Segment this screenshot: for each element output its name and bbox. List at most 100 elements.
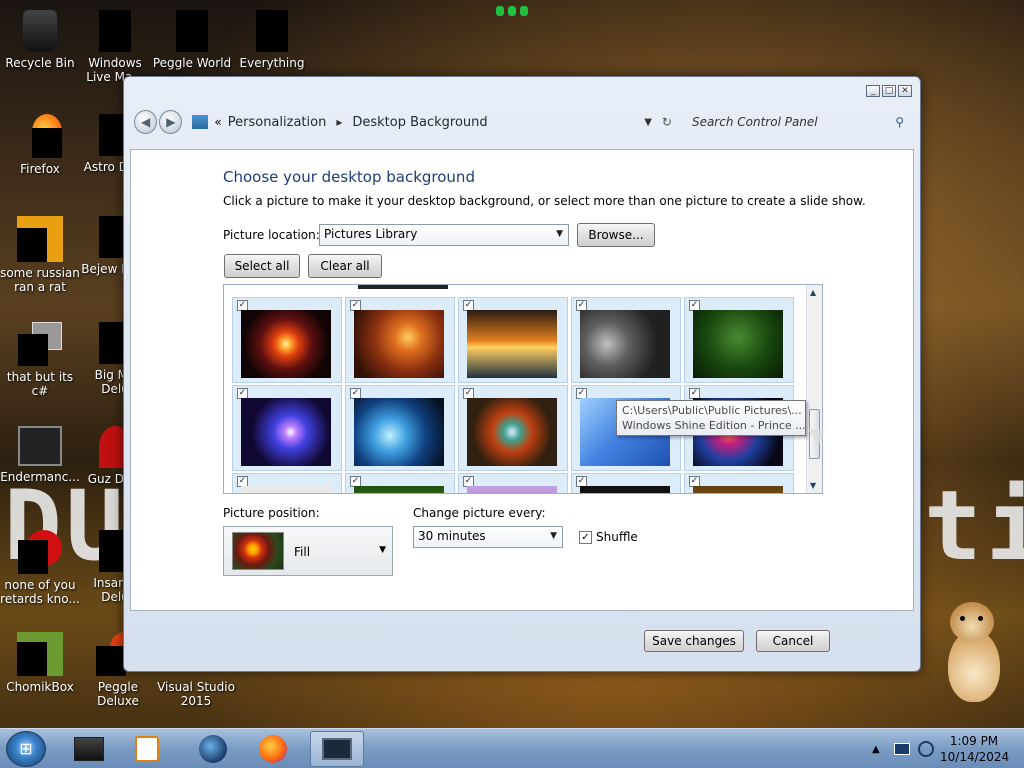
desktop-icon-label: Firefox bbox=[20, 162, 60, 176]
picture-position-label: Picture position: bbox=[223, 506, 320, 520]
desktop-icon-peggle-world[interactable]: Peggle World bbox=[152, 10, 232, 70]
desktop-icon-chomikbox[interactable]: ChomikBox bbox=[0, 632, 80, 694]
change-picture-label: Change picture every: bbox=[413, 506, 546, 520]
breadcrumb-separator-icon[interactable]: ▸ bbox=[336, 115, 342, 129]
shuffle-checkbox[interactable]: ✓ Shuffle bbox=[579, 530, 638, 544]
chevron-down-icon: ▼ bbox=[379, 545, 386, 555]
wallpaper-thumbnail[interactable]: ✓ bbox=[232, 297, 342, 383]
chomikbox-icon bbox=[17, 632, 63, 676]
back-button[interactable]: ◀ bbox=[134, 110, 158, 134]
windows-live-mail-icon bbox=[99, 10, 131, 52]
taskbar-item-firefox[interactable] bbox=[246, 731, 300, 767]
scroll-up-icon[interactable]: ▲ bbox=[810, 288, 816, 297]
breadcrumb-personalization[interactable]: Personalization bbox=[228, 115, 327, 130]
shuffle-label: Shuffle bbox=[596, 530, 638, 544]
close-icon[interactable]: ✕ bbox=[898, 85, 912, 97]
folder-stack-icon bbox=[18, 322, 62, 366]
desktop-icon-some-russian[interactable]: some russian ran a rat bbox=[0, 216, 80, 294]
cancel-button[interactable]: Cancel bbox=[756, 630, 830, 652]
picture-location-dropdown[interactable]: Pictures Library ▼ bbox=[319, 224, 569, 246]
wallpaper-image bbox=[467, 398, 557, 466]
desktop-icon-recycle-bin[interactable]: Recycle Bin bbox=[0, 10, 80, 70]
wallpaper-image bbox=[241, 398, 331, 466]
refresh-icon[interactable]: ↻ bbox=[662, 115, 672, 129]
chevron-down-icon: ▼ bbox=[556, 229, 563, 239]
wallpaper-thumbnail[interactable]: ✓ bbox=[571, 473, 681, 493]
address-dropdown-icon[interactable]: ▼ bbox=[644, 117, 652, 128]
picture-grid-scrollbar[interactable]: ▲ ▼ bbox=[806, 285, 822, 493]
desktop-icon-endermanch[interactable]: Endermanc... bbox=[0, 426, 80, 484]
control-panel-icon bbox=[192, 115, 209, 129]
page-title: Choose your desktop background bbox=[223, 168, 475, 186]
wallpaper-image bbox=[580, 486, 670, 493]
forward-button[interactable]: ▶ bbox=[159, 110, 183, 134]
picture-position-dropdown[interactable]: Fill ▼ bbox=[223, 526, 393, 576]
firefox-icon bbox=[259, 735, 287, 763]
select-all-button[interactable]: Select all bbox=[224, 254, 300, 278]
windows-logo-icon: ⊞ bbox=[19, 739, 33, 758]
wallpaper-thumbnail[interactable]: ✓ bbox=[232, 473, 342, 493]
console-icon bbox=[18, 426, 62, 466]
desktop-icon-that-but-its-csharp[interactable]: that but its c# bbox=[0, 322, 80, 398]
wallpaper-text-right: ti bbox=[924, 470, 1024, 582]
thumbnail-tooltip: C:\Users\Public\Public Pictures\... Wind… bbox=[616, 400, 806, 436]
wallpaper-image bbox=[354, 398, 444, 466]
wallpaper-thumbnail[interactable]: ✓ bbox=[458, 385, 568, 471]
desktop-icon-label: Visual Studio 2015 bbox=[157, 680, 235, 708]
search-input[interactable]: Search Control Panel ⚲ bbox=[684, 110, 912, 134]
taskbar-item-app1[interactable] bbox=[62, 731, 116, 767]
breadcrumb-desktop-background[interactable]: Desktop Background bbox=[352, 115, 487, 130]
minimize-icon[interactable]: _ bbox=[866, 85, 880, 97]
desktop-icon-label: Peggle Deluxe bbox=[97, 680, 139, 708]
taskbar-item-globe[interactable] bbox=[186, 731, 240, 767]
window-controls: _ □ ✕ bbox=[866, 85, 912, 97]
clear-all-button[interactable]: Clear all bbox=[308, 254, 382, 278]
desktop-icon-none-of-you[interactable]: none of you retards kno... bbox=[0, 530, 80, 606]
start-button[interactable]: ⊞ bbox=[6, 731, 46, 767]
back-arrow-icon: ◀ bbox=[140, 115, 151, 129]
wallpaper-image bbox=[354, 310, 444, 378]
wallpaper-accent bbox=[496, 6, 528, 16]
clock[interactable]: 1:09 PM 10/14/2024 bbox=[940, 733, 1009, 765]
content-pane: Choose your desktop background Click a p… bbox=[130, 149, 914, 611]
desktop-icon-label: Recycle Bin bbox=[5, 56, 75, 70]
firefox-icon bbox=[18, 114, 62, 158]
desktop-icon-firefox[interactable]: Firefox bbox=[0, 114, 80, 176]
sync-icon[interactable] bbox=[917, 741, 934, 757]
scroll-down-icon[interactable]: ▼ bbox=[810, 481, 816, 490]
recycle-bin-icon bbox=[23, 10, 57, 52]
desktop-icon-label: ChomikBox bbox=[6, 680, 74, 694]
desktop-icon-label: Peggle World bbox=[152, 56, 232, 70]
desktop-background-window: _ □ ✕ ◀ ▶ « Personalization ▸ Desktop Ba… bbox=[123, 76, 921, 672]
dark-app-icon bbox=[74, 737, 104, 761]
desktop-icon-everything[interactable]: Everything bbox=[232, 10, 312, 70]
wallpaper-thumbnail[interactable]: ✓ bbox=[684, 297, 794, 383]
maximize-icon[interactable]: □ bbox=[882, 85, 896, 97]
taskbar-item-media-player[interactable] bbox=[120, 731, 174, 767]
change-picture-interval-dropdown[interactable]: 30 minutes ▼ bbox=[413, 526, 563, 548]
control-panel-icon bbox=[322, 738, 352, 760]
desktop-icon-windows-live-mail[interactable]: Windows Live Ma... bbox=[80, 10, 150, 84]
save-changes-button[interactable]: Save changes bbox=[644, 630, 744, 652]
page-description: Click a picture to make it your desktop … bbox=[223, 194, 866, 208]
wallpaper-thumbnail[interactable]: ✓ bbox=[458, 297, 568, 383]
wallpaper-image bbox=[693, 486, 783, 493]
tooltip-path: C:\Users\Public\Public Pictures\... bbox=[622, 404, 802, 417]
forward-arrow-icon: ▶ bbox=[166, 115, 176, 129]
search-icon[interactable]: ⚲ bbox=[895, 115, 904, 129]
tray-expand-icon[interactable]: ▲ bbox=[872, 744, 880, 755]
breadcrumb[interactable]: « Personalization ▸ Desktop Background ▼… bbox=[192, 108, 684, 136]
wallpaper-thumbnail[interactable]: ✓ bbox=[232, 385, 342, 471]
search-placeholder: Search Control Panel bbox=[691, 115, 818, 129]
wallpaper-thumbnail[interactable]: ✓ bbox=[684, 473, 794, 493]
network-icon[interactable] bbox=[893, 743, 910, 755]
position-preview-image bbox=[232, 532, 284, 570]
wallpaper-thumbnail[interactable]: ✓ bbox=[345, 297, 455, 383]
checkbox-check-icon: ✓ bbox=[579, 530, 592, 544]
wallpaper-thumbnail[interactable]: ✓ bbox=[345, 473, 455, 493]
wallpaper-thumbnail[interactable]: ✓ bbox=[345, 385, 455, 471]
taskbar-item-control-panel[interactable] bbox=[310, 731, 364, 767]
wallpaper-thumbnail[interactable]: ✓ bbox=[571, 297, 681, 383]
wallpaper-thumbnail[interactable]: ✓ bbox=[458, 473, 568, 493]
browse-button[interactable]: Browse... bbox=[577, 223, 655, 247]
